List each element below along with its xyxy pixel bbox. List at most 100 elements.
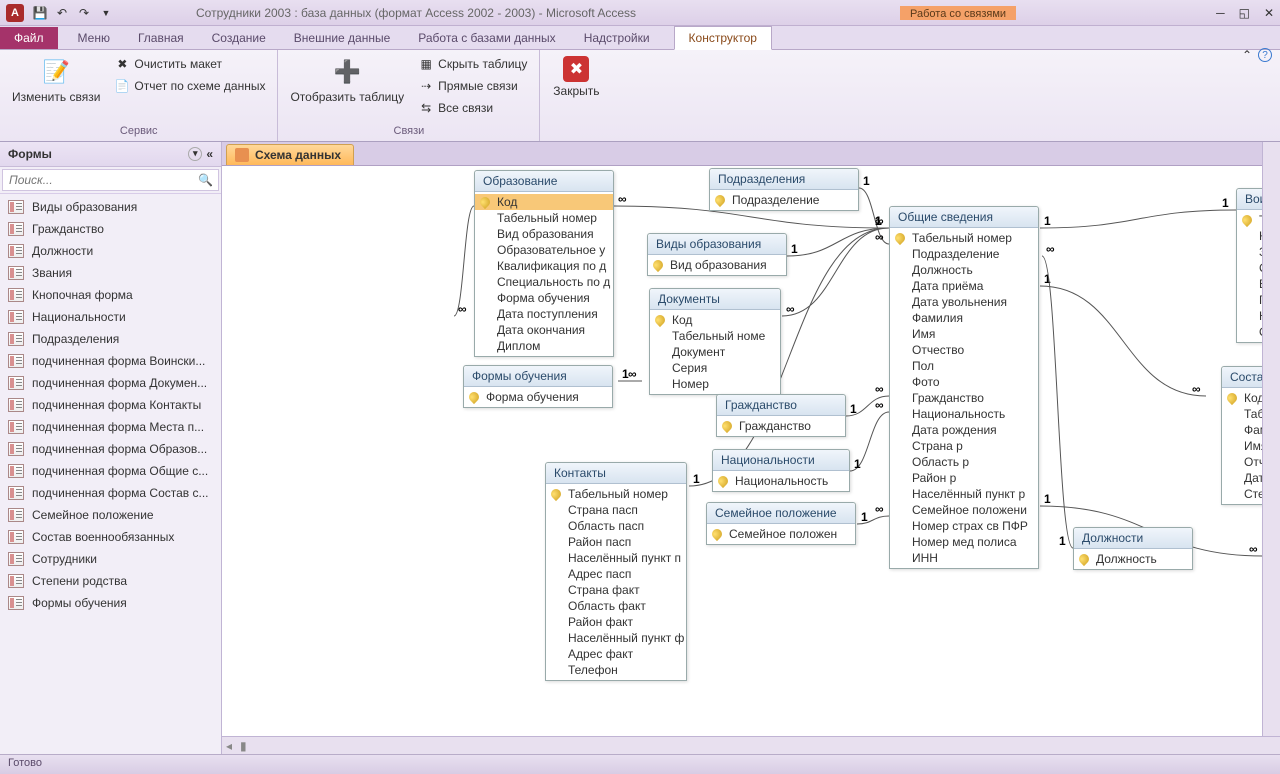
qat-redo-icon[interactable]: ↷: [74, 3, 94, 23]
field[interactable]: Подразделение: [890, 246, 1038, 262]
table-title[interactable]: Национальности: [713, 450, 849, 471]
field[interactable]: Страна пасп: [546, 502, 686, 518]
qat-save-icon[interactable]: 💾: [30, 3, 50, 23]
field[interactable]: Населённый пункт п: [546, 550, 686, 566]
field[interactable]: Район р: [890, 470, 1038, 486]
table-nation[interactable]: Национальности Национальность: [712, 449, 850, 492]
edit-links-button[interactable]: 📝 Изменить связи: [8, 52, 104, 108]
table-dolzhnosti[interactable]: Должности Должность: [1073, 527, 1193, 570]
field[interactable]: Квалификация по д: [475, 258, 613, 274]
field[interactable]: Диплом: [475, 338, 613, 354]
table-title[interactable]: Формы обучения: [464, 366, 612, 387]
schema-report-button[interactable]: 📄 Отчет по схеме данных: [110, 76, 269, 96]
field[interactable]: Код: [475, 194, 613, 210]
help-icon[interactable]: ?: [1258, 48, 1272, 62]
field[interactable]: Фамилия: [890, 310, 1038, 326]
field[interactable]: Дата увольнения: [890, 294, 1038, 310]
nav-item[interactable]: подчиненная форма Воински...: [0, 350, 221, 372]
field[interactable]: Гражданство: [890, 390, 1038, 406]
table-title[interactable]: Общие сведения: [890, 207, 1038, 228]
nav-item[interactable]: Степени родства: [0, 570, 221, 592]
table-title[interactable]: Семейное положение: [707, 503, 855, 524]
field[interactable]: Область факт: [546, 598, 686, 614]
scroll-handle[interactable]: ▮: [236, 739, 251, 753]
field[interactable]: Номер страх св ПФР: [890, 518, 1038, 534]
nav-item[interactable]: Семейное положение: [0, 504, 221, 526]
field[interactable]: Страна р: [890, 438, 1038, 454]
nav-search-input[interactable]: [2, 169, 219, 191]
nav-item[interactable]: подчиненная форма Образов...: [0, 438, 221, 460]
table-kontakty[interactable]: КонтактыТабельный номерСтрана паспОбласт…: [545, 462, 687, 681]
field[interactable]: Документ: [650, 344, 780, 360]
nav-collapse-icon[interactable]: «: [206, 147, 213, 161]
field[interactable]: Семейное положен: [707, 526, 855, 542]
hide-table-button[interactable]: ▦ Скрыть таблицу: [414, 54, 531, 74]
field[interactable]: Фото: [890, 374, 1038, 390]
table-title[interactable]: Подразделения: [710, 169, 858, 190]
table-title[interactable]: Виды образования: [648, 234, 786, 255]
nav-item[interactable]: Должности: [0, 240, 221, 262]
nav-item[interactable]: подчиненная форма Места п...: [0, 416, 221, 438]
nav-item[interactable]: Сотрудники: [0, 548, 221, 570]
field[interactable]: Дата рождения: [890, 422, 1038, 438]
field[interactable]: Дата окончания: [475, 322, 613, 338]
field[interactable]: Пол: [890, 358, 1038, 374]
nav-item[interactable]: Звания: [0, 262, 221, 284]
field[interactable]: Вид образования: [648, 257, 786, 273]
nav-item[interactable]: Подразделения: [0, 328, 221, 350]
search-icon[interactable]: 🔍: [198, 173, 213, 187]
horizontal-scrollbar[interactable]: ◂ ▮: [222, 736, 1280, 754]
table-formy[interactable]: Формы обучения Форма обучения: [463, 365, 613, 408]
clear-layout-button[interactable]: ✖ Очистить макет: [110, 54, 269, 74]
field[interactable]: Телефон: [546, 662, 686, 678]
nav-item[interactable]: Виды образования: [0, 196, 221, 218]
field[interactable]: Отчество: [890, 342, 1038, 358]
field[interactable]: Национальность: [713, 473, 849, 489]
field[interactable]: Район пасп: [546, 534, 686, 550]
field[interactable]: Национальность: [890, 406, 1038, 422]
tab-home[interactable]: Главная: [124, 27, 198, 49]
tab-dbtools[interactable]: Работа с базами данных: [404, 27, 569, 49]
table-vidy_obr[interactable]: Виды образования Вид образования: [647, 233, 787, 276]
field[interactable]: Область р: [890, 454, 1038, 470]
field[interactable]: Должность: [890, 262, 1038, 278]
field[interactable]: Страна факт: [546, 582, 686, 598]
file-tab[interactable]: Файл: [0, 27, 58, 49]
nav-item[interactable]: подчиненная форма Общие с...: [0, 460, 221, 482]
close-button[interactable]: ✖ Закрыть: [548, 52, 604, 102]
nav-header[interactable]: Формы ▾ «: [0, 142, 221, 167]
table-title[interactable]: Должности: [1074, 528, 1192, 549]
ribbon-minimize-icon[interactable]: ⌃: [1242, 48, 1252, 62]
field[interactable]: Табельный номе: [650, 328, 780, 344]
vertical-scrollbar[interactable]: [1262, 142, 1280, 736]
tab-menu[interactable]: Меню: [64, 27, 124, 49]
field[interactable]: Табельный номер: [890, 230, 1038, 246]
tab-addins[interactable]: Надстройки: [570, 27, 664, 49]
table-semeynoe[interactable]: Семейное положение Семейное положен: [706, 502, 856, 545]
restore-icon[interactable]: ◱: [1239, 6, 1250, 20]
table-docs[interactable]: ДокументыКодТабельный номеДокументСерияН…: [649, 288, 781, 395]
field[interactable]: Вид образования: [475, 226, 613, 242]
field[interactable]: Номер мед полиса: [890, 534, 1038, 550]
nav-item[interactable]: Гражданство: [0, 218, 221, 240]
nav-item[interactable]: Кнопочная форма: [0, 284, 221, 306]
tab-create[interactable]: Создание: [198, 27, 280, 49]
field[interactable]: Адрес пасп: [546, 566, 686, 582]
field[interactable]: Район факт: [546, 614, 686, 630]
nav-item[interactable]: Формы обучения: [0, 592, 221, 614]
field[interactable]: Населённый пункт ф: [546, 630, 686, 646]
field[interactable]: Гражданство: [717, 418, 845, 434]
field[interactable]: Код: [650, 312, 780, 328]
field[interactable]: Должность: [1074, 551, 1192, 567]
table-title[interactable]: Контакты: [546, 463, 686, 484]
nav-dropdown-icon[interactable]: ▾: [188, 147, 202, 161]
table-podrazd[interactable]: Подразделения Подразделение: [709, 168, 859, 211]
doc-tab-schema[interactable]: Схема данных: [226, 144, 354, 165]
tab-external[interactable]: Внешние данные: [280, 27, 405, 49]
field[interactable]: Форма обучения: [464, 389, 612, 405]
qat-undo-icon[interactable]: ↶: [52, 3, 72, 23]
field[interactable]: Семейное положени: [890, 502, 1038, 518]
field[interactable]: Подразделение: [710, 192, 858, 208]
relationships-canvas[interactable]: ∞11∞1∞1∞∞11∞1∞1∞11111∞1∞∞1∞1∞1∞1∞ Образо…: [222, 166, 1280, 754]
field[interactable]: Населённый пункт р: [890, 486, 1038, 502]
